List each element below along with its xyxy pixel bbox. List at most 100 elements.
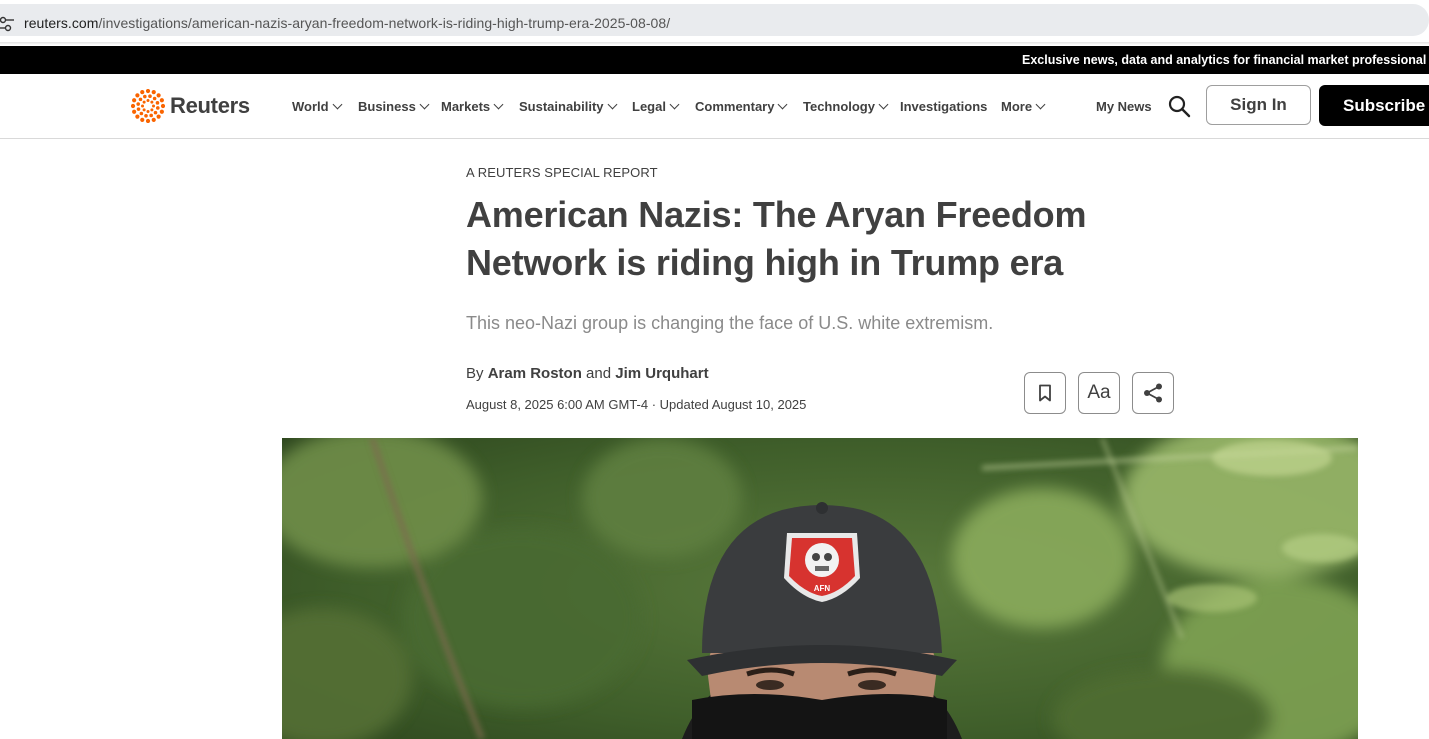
logo-dot [139, 111, 144, 116]
hero-photo[interactable]: AFN [282, 438, 1358, 739]
nav-label: Sustainability [519, 99, 604, 114]
logo-dot [141, 104, 144, 108]
nav-label: Business [358, 99, 416, 114]
nav-business[interactable]: Business [358, 99, 430, 114]
site-settings-icon[interactable] [0, 14, 14, 34]
logo-dot [159, 98, 164, 103]
my-news-label: My News [1096, 99, 1152, 114]
nav-label: Commentary [695, 99, 775, 114]
reuters-logo[interactable]: Reuters [131, 89, 250, 123]
url-field[interactable]: reuters.com/investigations/american-nazi… [0, 4, 1429, 36]
logo-dot [144, 114, 148, 118]
logo-dot [160, 103, 165, 109]
chevron-down-icon [332, 99, 343, 110]
nav-label: Legal [632, 99, 666, 114]
logo-dot [159, 109, 164, 114]
logo-dot [151, 117, 156, 122]
logo-dot [152, 96, 157, 101]
logo-dot [131, 103, 136, 109]
logo-dot [132, 109, 137, 114]
subscribe-button[interactable]: Subscribe - [1319, 85, 1429, 126]
nav-label: Markets [441, 99, 491, 114]
chevron-down-icon [419, 99, 430, 110]
nav-investigations[interactable]: Investigations [900, 99, 987, 114]
url-text[interactable]: reuters.com/investigations/american-nazi… [24, 15, 670, 31]
bookmark-button[interactable] [1024, 372, 1066, 414]
cap-badge-text: AFN [814, 584, 831, 593]
subscribe-label: Subscribe - [1343, 95, 1429, 115]
nav-label: More [1001, 99, 1033, 114]
logo-dot [149, 113, 153, 118]
my-news-link[interactable]: My News [1096, 99, 1152, 114]
logo-dot [156, 114, 161, 119]
sign-in-button[interactable]: Sign In [1206, 85, 1311, 125]
nav-technology[interactable]: Technology [803, 99, 889, 114]
share-button[interactable] [1132, 372, 1174, 414]
article-kicker[interactable]: A REUTERS SPECIAL REPORT [466, 165, 658, 180]
nav-world[interactable]: World [292, 99, 343, 114]
chevron-down-icon [669, 99, 680, 110]
chevron-down-icon [493, 99, 504, 110]
byline-prefix: By [466, 365, 484, 382]
nav-label: World [292, 99, 329, 114]
nav-label: Technology [803, 99, 875, 114]
logo-dot [140, 90, 145, 95]
toolbar-divider [0, 42, 1429, 45]
article-headline: American Nazis: The Aryan Freedom Networ… [466, 194, 1087, 283]
logo-dot [140, 117, 145, 122]
site-header: Reuters World Business Markets Sustainab… [0, 74, 1429, 139]
author-link[interactable]: Aram Roston [488, 365, 582, 382]
logo-dot [135, 93, 140, 98]
banner-text[interactable]: Exclusive news, data and analytics for f… [1022, 53, 1426, 67]
logo-text: Reuters [170, 93, 250, 118]
logo-dot [136, 107, 141, 111]
nav-sustainability[interactable]: Sustainability [519, 99, 617, 114]
reuters-logo-icon [131, 89, 165, 123]
nav-legal[interactable]: Legal [632, 99, 680, 114]
font-size-label: Aa [1087, 382, 1111, 403]
font-size-button[interactable]: Aa [1078, 372, 1120, 414]
nav-commentary[interactable]: Commentary [695, 99, 788, 114]
promo-banner[interactable]: Exclusive news, data and analytics for f… [0, 46, 1429, 74]
logo-dot [142, 108, 146, 112]
logo-dot [145, 118, 151, 123]
url-path: /investigations/american-nazis-aryan-fre… [98, 15, 671, 31]
logo-dot [155, 101, 160, 105]
logo-dot [151, 90, 156, 95]
logo-dot [142, 100, 146, 104]
browser-address-bar: reuters.com/investigations/american-nazi… [0, 0, 1429, 45]
logo-dot [153, 110, 158, 115]
chevron-down-icon [878, 99, 889, 110]
logo-dot [138, 97, 143, 102]
hero-photo-image: AFN [282, 438, 1358, 739]
logo-dot [150, 108, 154, 112]
nav-more[interactable]: More [1001, 99, 1046, 114]
logo-dot [156, 93, 161, 98]
logo-dot [148, 94, 152, 98]
chevron-down-icon [778, 99, 788, 110]
logo-dot [143, 94, 147, 99]
search-icon[interactable] [1167, 94, 1191, 118]
logo-dot [136, 102, 140, 106]
chevron-down-icon [1035, 99, 1046, 110]
logo-dot [146, 99, 150, 102]
url-host: reuters.com [24, 15, 99, 31]
sign-in-label: Sign In [1230, 95, 1287, 114]
logo-dot [145, 89, 151, 94]
bookmark-icon [1039, 384, 1051, 402]
share-icon [1144, 383, 1162, 403]
logo-dot [152, 104, 155, 108]
chevron-down-icon [607, 99, 617, 110]
logo-dot [146, 110, 150, 113]
nav-markets[interactable]: Markets [441, 99, 504, 114]
article-dek: This neo-Nazi group is changing the face… [466, 313, 994, 333]
byline-joiner: and [586, 365, 612, 382]
article-dateline: August 8, 2025 6:00 AM GMT-4 · Updated A… [466, 397, 807, 412]
logo-dot [150, 100, 154, 104]
author-link[interactable]: Jim Urquhart [615, 365, 708, 382]
logo-dot [156, 106, 160, 110]
nav-label: Investigations [900, 99, 988, 114]
logo-dot [135, 114, 140, 119]
byline: By Aram Roston and Jim Urquhart [466, 365, 709, 382]
logo-dot [132, 98, 137, 103]
